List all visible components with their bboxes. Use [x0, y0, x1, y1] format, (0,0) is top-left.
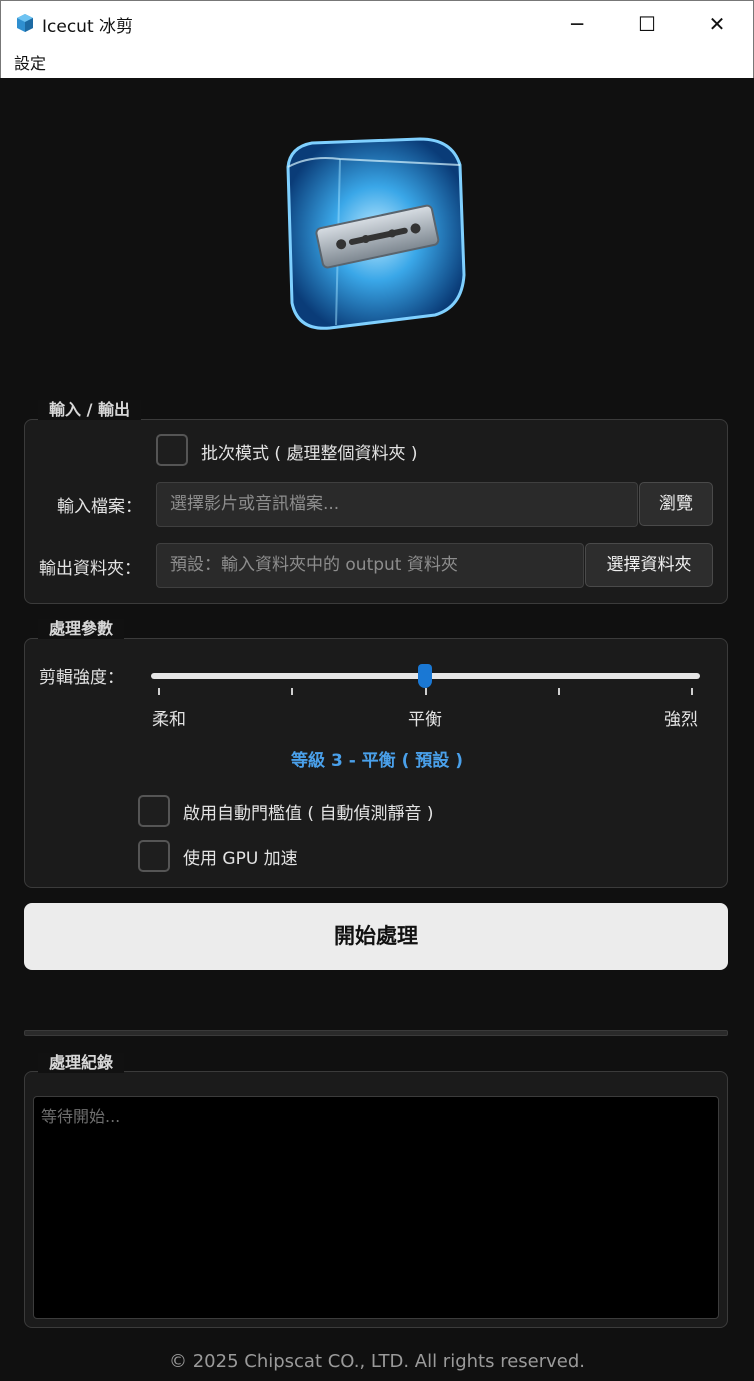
close-icon: ✕: [708, 11, 726, 36]
slider-tick: [691, 688, 693, 695]
close-button[interactable]: ✕: [682, 1, 752, 46]
start-processing-button[interactable]: 開始處理: [24, 903, 728, 970]
slider-tick: [425, 688, 427, 695]
ice-cube-icon: [17, 14, 33, 32]
app-window: Icecut 冰剪 ─ ☐ ✕ 設定 輸入 / 輸出 批次模式 (處理整個資料…: [0, 0, 754, 1381]
menu-settings[interactable]: 設定: [14, 50, 46, 74]
window-title: Icecut 冰剪: [42, 17, 134, 37]
tick-label-soft: 柔和: [152, 710, 186, 730]
input-file-label: 輸入檔案：: [57, 497, 142, 517]
output-folder-field[interactable]: 預設：輸入資料夾中的 output 資料夾: [156, 543, 584, 588]
maximize-button[interactable]: ☐: [612, 1, 682, 46]
log-output[interactable]: 等待開始...: [33, 1096, 719, 1319]
gpu-checkbox[interactable]: [138, 840, 170, 872]
batch-mode-label: 批次模式 ( 處理整個資料夾 ): [201, 444, 418, 464]
strength-label: 剪輯強度：: [39, 668, 124, 688]
choose-folder-button[interactable]: 選擇資料夾: [585, 543, 713, 587]
slider-tick: [558, 688, 560, 695]
browse-button[interactable]: 瀏覽: [639, 482, 713, 526]
log-group-title: 處理紀錄: [38, 1053, 125, 1073]
io-group-title: 輸入 / 輸出: [38, 400, 141, 420]
slider-tick: [158, 688, 160, 695]
output-folder-label: 輸出資料夾：: [39, 559, 141, 579]
input-file-field[interactable]: 選擇影片或音訊檔案...: [156, 482, 638, 527]
tick-label-strong: 強烈: [664, 710, 698, 730]
batch-mode-checkbox[interactable]: [156, 434, 188, 466]
minimize-button[interactable]: ─: [542, 1, 612, 46]
auto-threshold-checkbox[interactable]: [138, 795, 170, 827]
level-indicator: 等級 3 - 平衡 ( 預設 ): [291, 751, 463, 771]
strength-slider-handle[interactable]: [418, 664, 432, 688]
ice-cube-logo: [286, 137, 466, 330]
tick-label-balanced: 平衡: [408, 710, 442, 730]
progress-divider: [24, 1030, 728, 1036]
maximize-icon: ☐: [638, 11, 656, 36]
gpu-label: 使用 GPU 加速: [183, 849, 298, 869]
params-group-title: 處理參數: [38, 619, 125, 639]
title-bar: Icecut 冰剪 ─ ☐ ✕: [0, 0, 754, 45]
copyright-footer: © 2025 Chipscat CO., LTD. All rights res…: [169, 1351, 585, 1372]
minimize-icon: ─: [570, 11, 584, 36]
menu-bar: 設定: [0, 45, 754, 78]
auto-threshold-label: 啟用自動門檻值 ( 自動偵測靜音 ): [183, 804, 434, 824]
slider-tick: [291, 688, 293, 695]
